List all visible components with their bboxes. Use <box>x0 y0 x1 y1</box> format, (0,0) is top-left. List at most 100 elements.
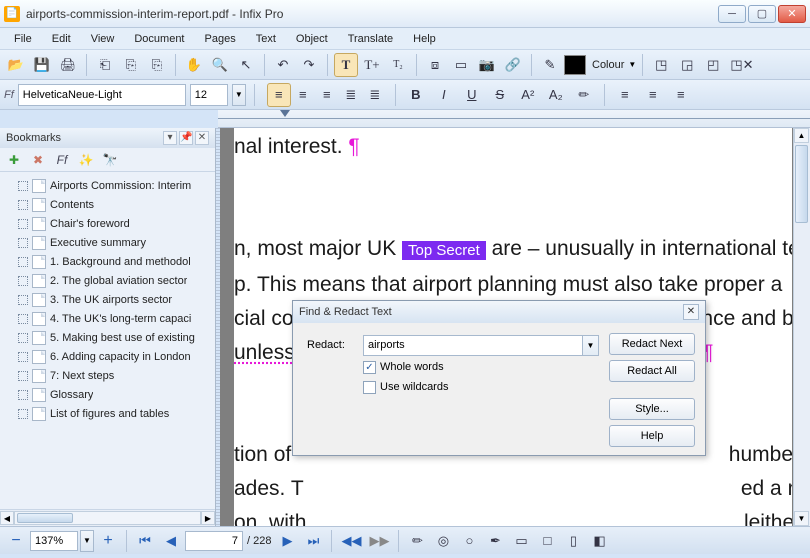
font-size-dropdown-icon[interactable]: ▼ <box>232 84 246 106</box>
highlight-icon[interactable]: ✏ <box>572 83 596 107</box>
bookmark-item[interactable]: 3. The UK airports sector <box>2 290 213 309</box>
rect-icon[interactable]: ▯ <box>561 529 585 553</box>
menu-pages[interactable]: Pages <box>197 31 244 47</box>
bookmarks-hscrollbar[interactable]: ◀ ▶ <box>0 509 215 526</box>
pencil-icon[interactable]: ✏ <box>405 529 429 553</box>
dialog-close-button[interactable]: ✕ <box>683 304 699 320</box>
eyedropper-icon[interactable]: ✎ <box>538 53 562 77</box>
underline-icon[interactable]: U <box>460 83 484 107</box>
scroll-right-button[interactable]: ▶ <box>201 511 215 525</box>
colour-swatch[interactable] <box>564 55 586 75</box>
square-icon[interactable]: □ <box>535 529 559 553</box>
zoom-icon[interactable]: 🔍 <box>208 53 232 77</box>
scroll-thumb[interactable] <box>17 513 73 523</box>
nav-forward-icon[interactable]: ▶▶ <box>366 529 392 553</box>
document-vscrollbar[interactable]: ▲ ▼ <box>793 128 810 526</box>
object-c-icon[interactable]: ◰ <box>701 53 725 77</box>
object-del-icon[interactable]: ◳✕ <box>727 53 756 77</box>
bookmark-font-icon[interactable]: Ff <box>54 152 70 168</box>
bookmark-item[interactable]: 4. The UK's long-term capaci <box>2 309 213 328</box>
valign-mid-icon[interactable]: ≡ <box>641 83 665 107</box>
pen-icon[interactable]: ✒ <box>483 529 507 553</box>
wildcards-checkbox[interactable] <box>363 381 376 394</box>
bookmark-item[interactable]: 6. Adding capacity in London <box>2 347 213 366</box>
last-page-icon[interactable]: ⏭ <box>301 529 325 553</box>
save-icon[interactable]: 💾 <box>30 53 54 77</box>
align-center-icon[interactable]: ≡ <box>291 83 315 107</box>
text-tool-icon[interactable]: T <box>334 53 358 77</box>
scroll-down-button[interactable]: ▼ <box>794 511 809 526</box>
menu-translate[interactable]: Translate <box>340 31 401 47</box>
bookmark-binoculars-icon[interactable]: 🔭 <box>102 152 118 168</box>
zoom-dropdown-icon[interactable]: ▼ <box>80 530 94 552</box>
zoom-field[interactable]: 137% <box>30 531 78 551</box>
bookmark-item[interactable]: 2. The global aviation sector <box>2 271 213 290</box>
bold-icon[interactable]: B <box>404 83 428 107</box>
align-full-icon[interactable]: ≣ <box>363 83 387 107</box>
strike-icon[interactable]: S <box>488 83 512 107</box>
bookmark-item[interactable]: Airports Commission: Interim <box>2 176 213 195</box>
text-small-icon[interactable]: T₂ <box>386 53 410 77</box>
ruler[interactable] <box>218 110 810 128</box>
maximize-button[interactable]: ▢ <box>748 5 776 23</box>
redo-icon[interactable]: ↷ <box>297 53 321 77</box>
redact-next-button[interactable]: Redact Next <box>609 333 695 355</box>
bookmark-item[interactable]: 7: Next steps <box>2 366 213 385</box>
menu-text[interactable]: Text <box>248 31 284 47</box>
link-icon[interactable]: 🔗 <box>501 53 525 77</box>
next-page-icon[interactable]: ▶ <box>275 529 299 553</box>
subscript-icon[interactable]: A₂ <box>544 83 568 107</box>
italic-icon[interactable]: I <box>432 83 456 107</box>
redact-input[interactable]: airports <box>363 335 583 356</box>
bookmarks-pin-button[interactable]: ▾ <box>163 131 177 145</box>
ruler-indent-marker[interactable] <box>280 110 290 117</box>
menu-view[interactable]: View <box>83 31 123 47</box>
object-a-icon[interactable]: ◳ <box>649 53 673 77</box>
valign-bot-icon[interactable]: ≡ <box>669 83 693 107</box>
zoom-in-icon[interactable]: + <box>96 529 120 553</box>
bookmark-item[interactable]: Chair's foreword <box>2 214 213 233</box>
bookmark-item[interactable]: Contents <box>2 195 213 214</box>
prev-page-icon[interactable]: ◀ <box>159 529 183 553</box>
minimize-button[interactable]: ─ <box>718 5 746 23</box>
nav-back-icon[interactable]: ◀◀ <box>338 529 364 553</box>
page-next-icon[interactable]: ⎘ <box>145 53 169 77</box>
menu-help[interactable]: Help <box>405 31 444 47</box>
rect-icon[interactable]: ▭ <box>449 53 473 77</box>
open-icon[interactable]: 📂 <box>4 53 28 77</box>
scroll-thumb[interactable] <box>795 145 808 223</box>
bookmark-item[interactable]: Glossary <box>2 385 213 404</box>
bookmark-item[interactable]: 1. Background and methodol <box>2 252 213 271</box>
bookmarks-close-button[interactable]: ✕ <box>195 131 209 145</box>
align-left-icon[interactable]: ≡ <box>267 83 291 107</box>
dot-icon[interactable]: ◎ <box>431 529 455 553</box>
first-page-icon[interactable]: ⏮ <box>133 529 157 553</box>
page-add-icon[interactable]: ⎘ <box>119 53 143 77</box>
hand-icon[interactable]: ✋ <box>182 53 206 77</box>
align-right-icon[interactable]: ≡ <box>315 83 339 107</box>
page-prev-icon[interactable]: ⎗ <box>93 53 117 77</box>
object-b-icon[interactable]: ◲ <box>675 53 699 77</box>
bookmark-add-icon[interactable]: ✚ <box>6 152 22 168</box>
print-icon[interactable]: 🖨 <box>56 53 80 77</box>
help-button[interactable]: Help <box>609 425 695 447</box>
camera-icon[interactable]: 📷 <box>475 53 499 77</box>
bookmark-item[interactable]: 5. Making best use of existing <box>2 328 213 347</box>
style-button[interactable]: Style... <box>609 398 695 420</box>
text-plus-icon[interactable]: T+ <box>360 53 384 77</box>
scroll-up-button[interactable]: ▲ <box>794 128 809 143</box>
circle-icon[interactable]: ○ <box>457 529 481 553</box>
redact-all-button[interactable]: Redact All <box>609 360 695 382</box>
menu-object[interactable]: Object <box>288 31 336 47</box>
align-justify-icon[interactable]: ≣ <box>339 83 363 107</box>
whole-words-checkbox[interactable]: ✓ <box>363 361 376 374</box>
redact-dropdown-icon[interactable]: ▼ <box>583 335 599 356</box>
box-icon[interactable]: ▭ <box>509 529 533 553</box>
shape-icon[interactable]: ◧ <box>587 529 611 553</box>
crop-icon[interactable]: ⧈ <box>423 53 447 77</box>
bookmark-wand-icon[interactable]: ✨ <box>78 152 94 168</box>
bookmark-item[interactable]: List of figures and tables <box>2 404 213 423</box>
menu-document[interactable]: Document <box>126 31 192 47</box>
valign-top-icon[interactable]: ≡ <box>613 83 637 107</box>
font-size-input[interactable]: 12 <box>190 84 228 106</box>
